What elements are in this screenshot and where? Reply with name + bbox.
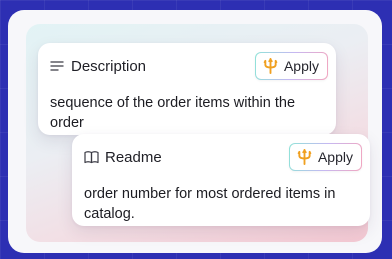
card-title-label: Readme: [105, 148, 162, 166]
apply-button-label: Apply: [317, 149, 353, 165]
card-text: sequence of the order items within the o…: [50, 95, 296, 131]
card-title: Readme: [84, 149, 289, 166]
card-title-label: Description: [71, 57, 147, 75]
apply-button[interactable]: Apply: [289, 143, 362, 171]
card-header: Readme Apply: [84, 143, 362, 171]
apply-button-label: Apply: [283, 58, 319, 74]
card-header: Description Apply: [50, 52, 328, 80]
readme-card: Readme Apply order number for most order…: [72, 134, 370, 226]
align-left-icon: [50, 59, 64, 73]
apply-button[interactable]: Apply: [255, 52, 328, 80]
trident-icon: [297, 149, 312, 165]
card-text: order number for most ordered items in c…: [84, 186, 336, 222]
book-icon: [84, 150, 99, 164]
description-card: Description Apply sequence of the order …: [38, 43, 336, 135]
card-title: Description: [50, 58, 255, 75]
trident-icon: [263, 58, 278, 74]
